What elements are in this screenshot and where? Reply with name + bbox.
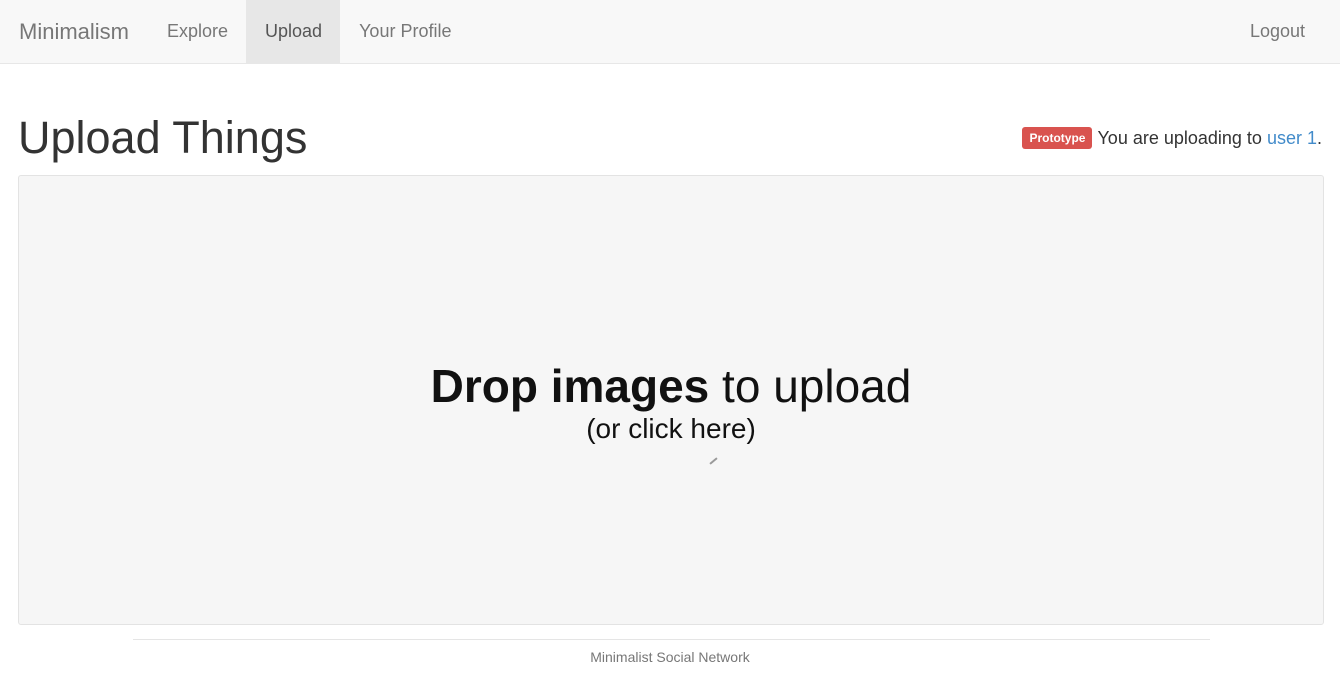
dropzone-message: Drop images to upload: [19, 360, 1323, 412]
footer-text: Minimalist Social Network: [590, 649, 750, 665]
upload-dropzone[interactable]: Drop images to upload (or click here): [18, 175, 1324, 625]
dropzone-message-rest: to upload: [709, 360, 912, 412]
upload-info-prefix: You are uploading to: [1097, 127, 1262, 148]
nav-logout[interactable]: Logout: [1232, 0, 1340, 63]
dropzone-message-strong: Drop images: [430, 360, 710, 412]
dropzone-submessage: (or click here): [586, 413, 756, 444]
upload-info-text: You are uploading to user 1.: [1097, 128, 1322, 149]
upload-info-suffix: .: [1316, 127, 1322, 148]
prototype-badge: Prototype: [1022, 127, 1093, 149]
loading-spinner-icon: [709, 457, 718, 465]
footer-divider: [133, 639, 1210, 640]
upload-info: Prototype You are uploading to user 1.: [1022, 127, 1322, 149]
brand-link[interactable]: Minimalism: [0, 0, 148, 63]
nav-your-profile[interactable]: Your Profile: [340, 0, 469, 63]
nav-upload[interactable]: Upload: [246, 0, 341, 63]
page-title: Upload Things: [18, 112, 308, 163]
top-navbar: Minimalism Explore Upload Your Profile L…: [0, 0, 1340, 64]
user-link[interactable]: user 1: [1267, 128, 1317, 148]
nav-explore[interactable]: Explore: [148, 0, 246, 63]
